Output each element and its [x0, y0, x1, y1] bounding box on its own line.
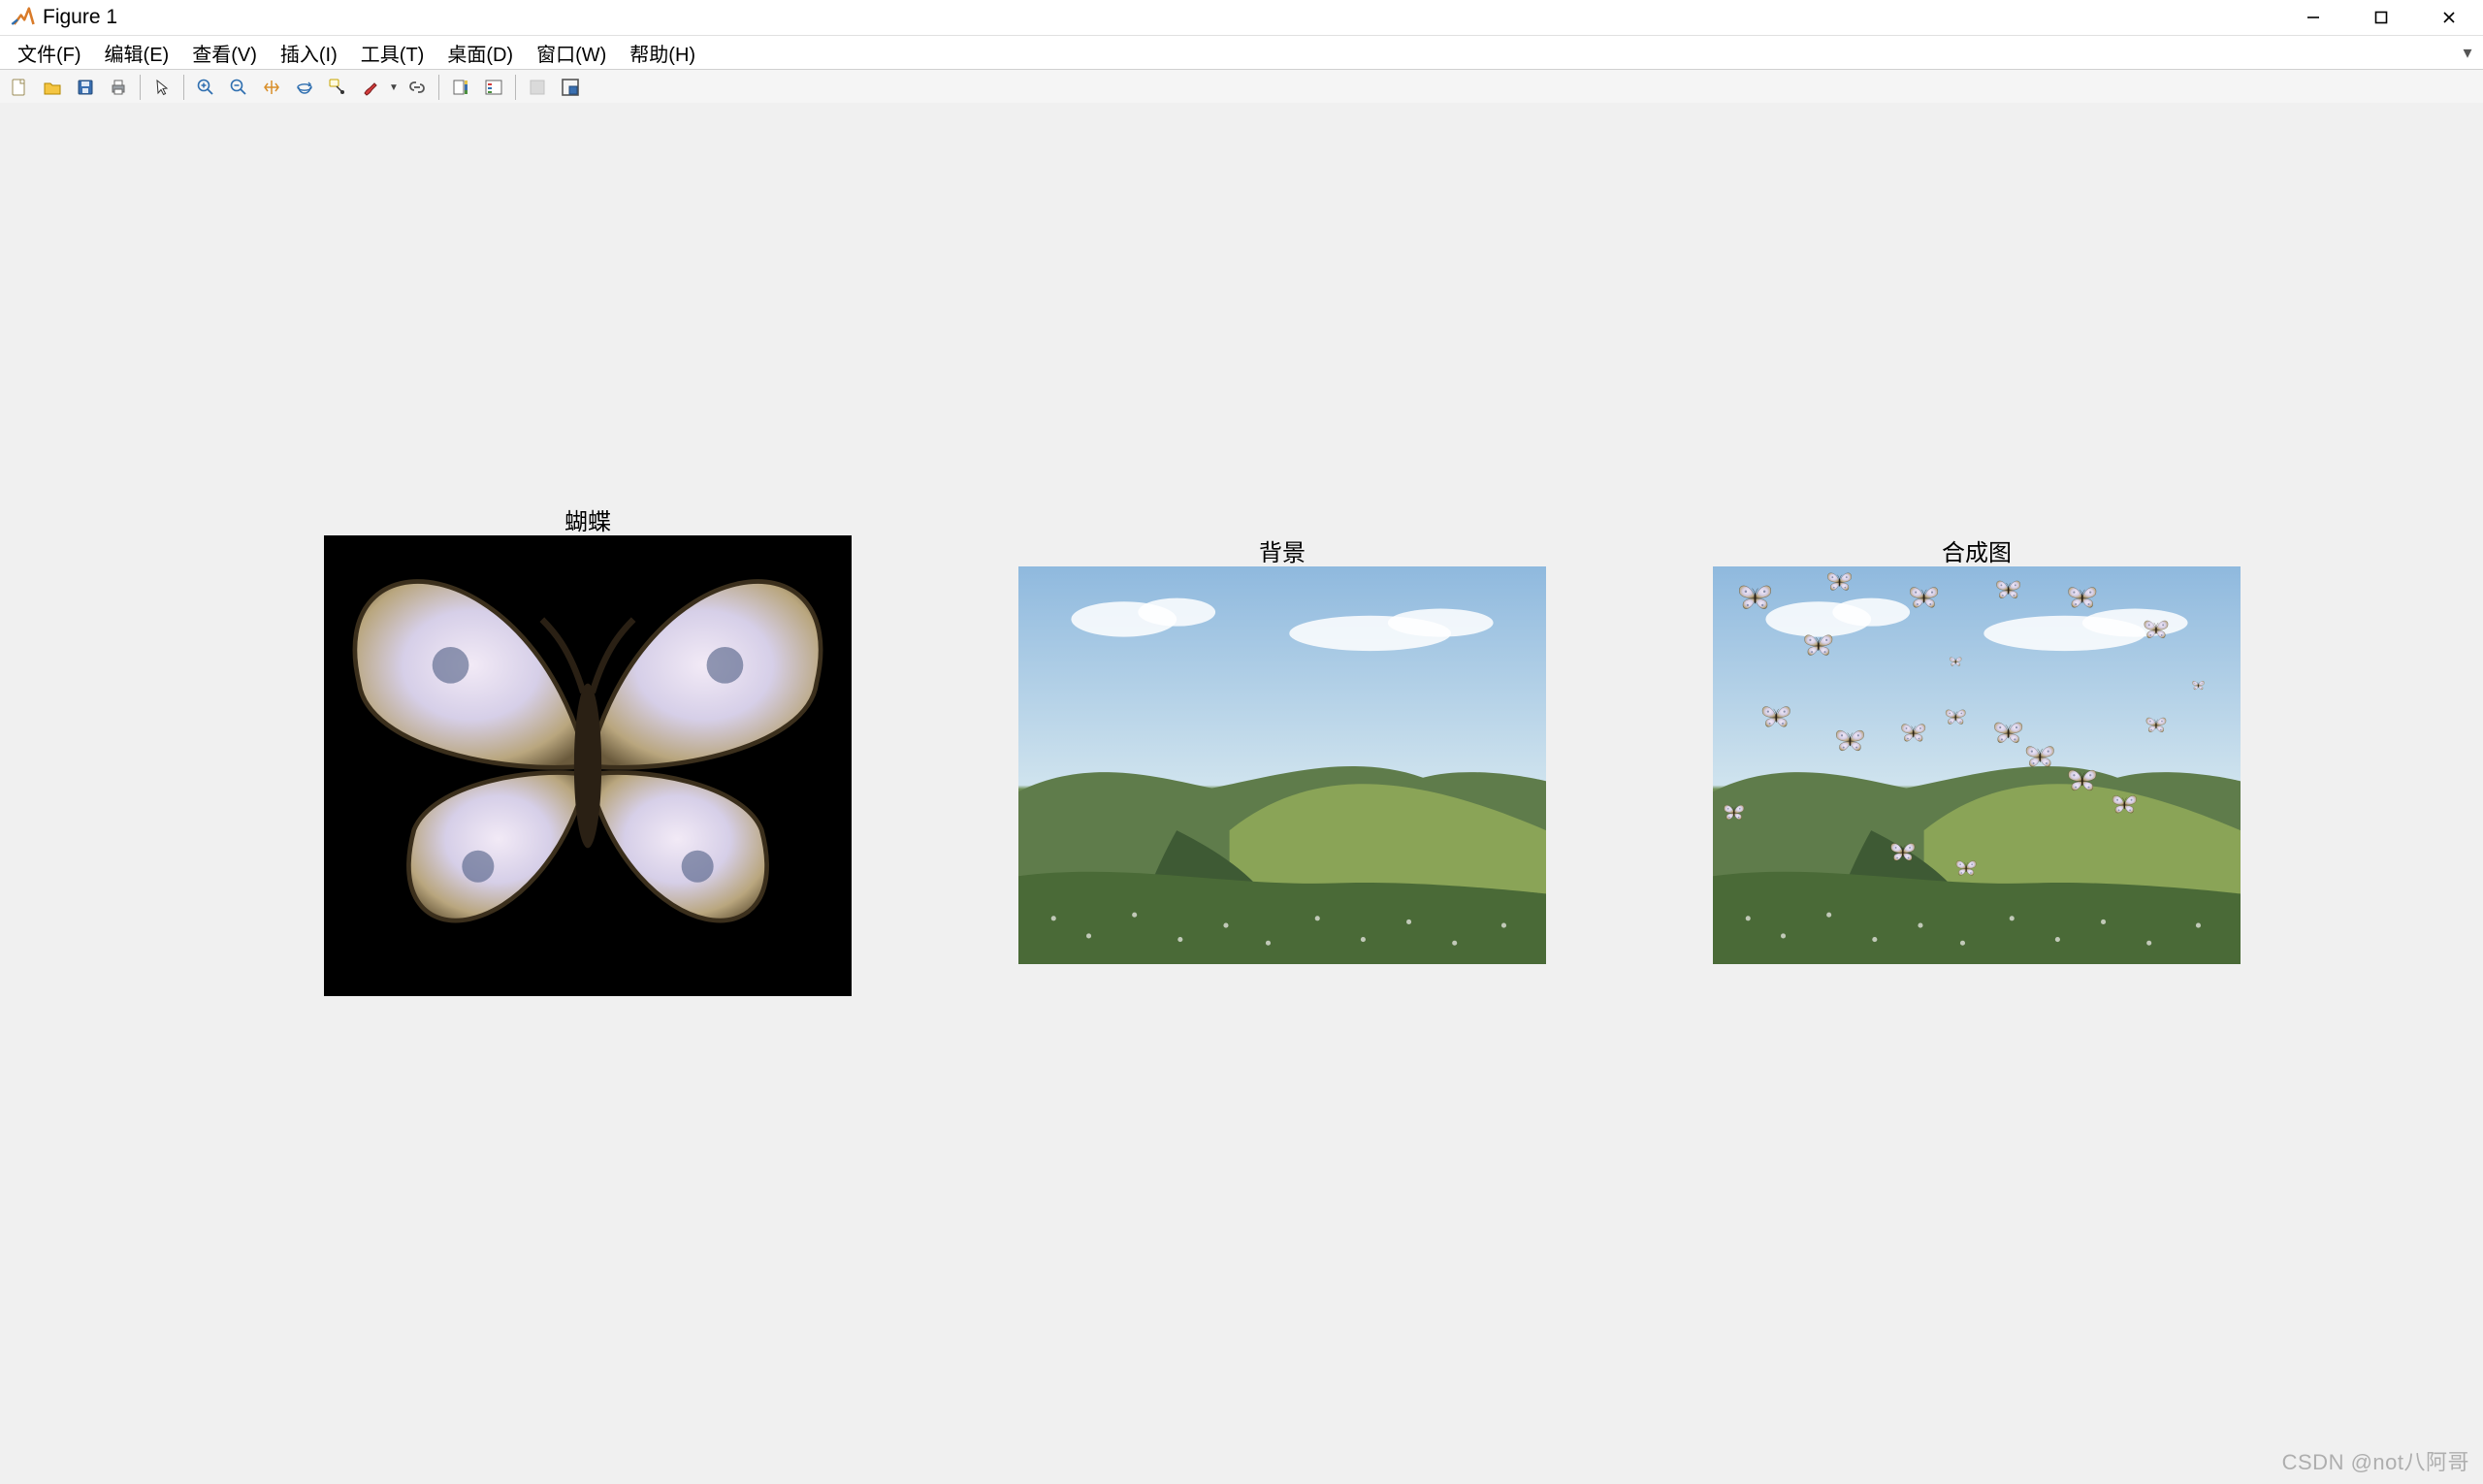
subplot-title: 合成图: [1713, 533, 2241, 567]
composite-image: [1713, 566, 2241, 964]
save-button[interactable]: [70, 72, 101, 103]
menu-insert[interactable]: 插入(I): [269, 36, 349, 69]
rotate-3d-button[interactable]: [289, 72, 320, 103]
toolbar-separator: [183, 75, 184, 100]
toolbar-separator: [140, 75, 141, 100]
toolbar-separator: [515, 75, 516, 100]
data-cursor-button[interactable]: [322, 72, 353, 103]
titlebar: Figure 1: [0, 0, 2483, 36]
menu-window[interactable]: 窗口(W): [525, 36, 618, 69]
toolbar-separator: [438, 75, 439, 100]
window-title: Figure 1: [43, 6, 117, 29]
subplot-background[interactable]: 背景: [1018, 566, 1546, 964]
butterfly-image: [324, 535, 852, 996]
zoom-out-button[interactable]: [223, 72, 254, 103]
subplot-title: 蝴蝶: [324, 502, 852, 536]
matlab-app-icon: [10, 4, 37, 31]
pointer-button[interactable]: [146, 72, 177, 103]
brush-button[interactable]: [355, 72, 386, 103]
minimize-button[interactable]: [2279, 0, 2347, 35]
menu-desktop[interactable]: 桌面(D): [435, 36, 525, 69]
menu-tools[interactable]: 工具(T): [349, 36, 436, 69]
new-figure-button[interactable]: [4, 72, 35, 103]
subplot-butterfly[interactable]: 蝴蝶: [324, 535, 852, 996]
hide-plot-tools-button[interactable]: [522, 72, 553, 103]
maximize-button[interactable]: [2347, 0, 2415, 35]
menu-edit[interactable]: 编辑(E): [93, 36, 181, 69]
toolbar: ▼: [0, 70, 2483, 106]
subplot-title: 背景: [1018, 533, 1546, 567]
dock-figure-button[interactable]: [555, 72, 586, 103]
menu-view[interactable]: 查看(V): [180, 36, 269, 69]
pan-button[interactable]: [256, 72, 287, 103]
close-button[interactable]: [2415, 0, 2483, 35]
subplot-composite[interactable]: 合成图: [1713, 566, 2241, 964]
colorbar-button[interactable]: [445, 72, 476, 103]
link-plots-button[interactable]: [402, 72, 433, 103]
brush-dropdown-icon[interactable]: ▼: [388, 82, 400, 93]
open-file-button[interactable]: [37, 72, 68, 103]
watermark-text: CSDN @not八阿哥: [2282, 1445, 2469, 1476]
legend-button[interactable]: [478, 72, 509, 103]
menu-file[interactable]: 文件(F): [6, 36, 93, 69]
figure-canvas[interactable]: 蝴蝶 背景 合成图 CSDN @not八阿哥: [0, 103, 2483, 1484]
menu-help[interactable]: 帮助(H): [618, 36, 707, 69]
background-image: [1018, 566, 1546, 964]
print-button[interactable]: [103, 72, 134, 103]
menu-overflow-icon[interactable]: ▾: [2456, 36, 2479, 69]
zoom-in-button[interactable]: [190, 72, 221, 103]
menubar: 文件(F) 编辑(E) 查看(V) 插入(I) 工具(T) 桌面(D) 窗口(W…: [0, 36, 2483, 70]
